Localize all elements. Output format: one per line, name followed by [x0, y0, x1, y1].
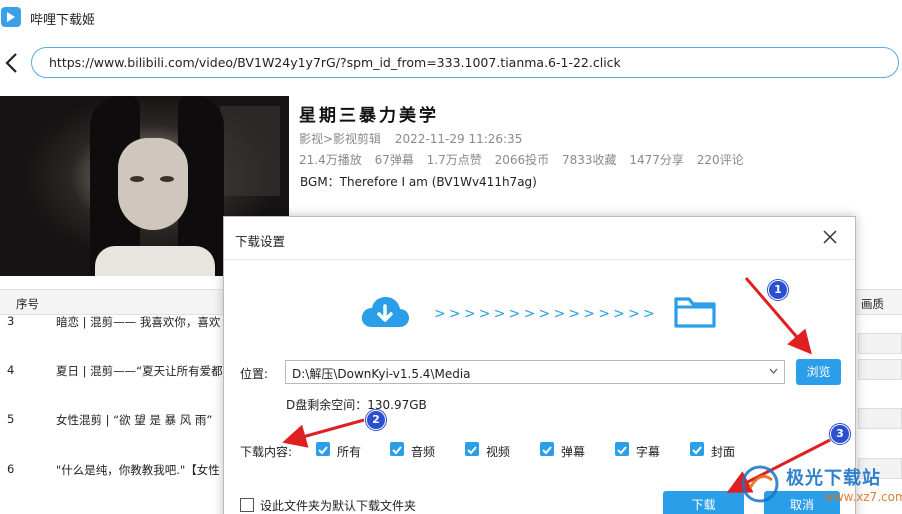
watermark-text: 极光下载站	[786, 468, 881, 489]
row-title: 女性混剪 | “欲 望 是 暴 风 雨”	[56, 413, 213, 427]
watermark-url: www.xz7.com	[824, 490, 902, 504]
default-folder-checkbox[interactable]	[240, 498, 254, 512]
checkbox-label: 字幕	[636, 445, 661, 459]
row-title: 暗恋 | 混剪—— 我喜欢你，喜欢	[56, 315, 221, 329]
quality-select[interactable]	[858, 408, 902, 429]
folder-icon	[674, 297, 716, 328]
checkbox-label: 音频	[411, 445, 436, 459]
close-button[interactable]	[822, 229, 838, 245]
chevron-left-icon	[5, 53, 17, 73]
dialog-divider	[224, 259, 855, 260]
step-badge-2: 2	[366, 410, 386, 430]
video-date: 2022-11-29 11:26:35	[394, 132, 523, 146]
checkbox-checked-icon	[690, 442, 704, 456]
video-title: 星期三暴力美学	[299, 106, 439, 126]
step-badge-3: 3	[830, 424, 850, 444]
app-title: 哔哩下载姬	[30, 13, 96, 28]
dialog-title: 下载设置	[235, 234, 286, 249]
back-button[interactable]	[2, 50, 22, 76]
close-icon	[823, 230, 837, 244]
checkbox-label: 所有	[337, 445, 362, 459]
watermark: 极光下载站 www.xz7.com	[736, 462, 902, 514]
row-index: 4	[7, 363, 15, 377]
row-title: 夏日 | 混剪——“夏天让所有爱都	[56, 364, 223, 378]
title-bar: 哔哩下载姬	[0, 0, 902, 36]
column-quality: 画质	[861, 297, 884, 311]
free-space-text: D盘剩余空间：130.97GB	[286, 398, 427, 412]
watermark-logo-icon	[741, 465, 779, 503]
checkbox-checked-icon	[390, 442, 404, 456]
url-input[interactable]: https://www.bilibili.com/video/BV1W24y1y…	[31, 47, 899, 78]
download-content-label: 下载内容:	[240, 445, 293, 459]
stat-likes: 1.7万点赞	[426, 153, 482, 167]
cloud-download-icon	[361, 297, 409, 327]
checkbox-checked-icon	[615, 442, 629, 456]
column-index: 序号	[16, 297, 39, 311]
download-button[interactable]: 下载	[663, 491, 744, 514]
row-index: 5	[7, 412, 15, 426]
location-label: 位置:	[240, 367, 269, 381]
quality-select[interactable]	[858, 359, 902, 380]
browse-button[interactable]: 浏览	[796, 359, 841, 385]
default-folder-label: 设此文件夹为默认下载文件夹	[260, 499, 417, 513]
url-text[interactable]: https://www.bilibili.com/video/BV1W24y1y…	[49, 55, 621, 70]
stat-comments: 220评论	[696, 153, 744, 167]
progress-arrows: >>>>>>>>>>>>>>>	[434, 306, 658, 322]
checkbox-checked-icon	[540, 442, 554, 456]
video-stats: 21.4万播放 67弹幕 1.7万点赞 2066投币 7833收藏 1477分享…	[299, 151, 753, 168]
video-category: 影视>影视剪辑	[299, 132, 382, 146]
stat-favorites: 7833收藏	[561, 153, 617, 167]
checkbox-checked-icon	[316, 442, 330, 456]
video-category-date: 影视>影视剪辑 2022-11-29 11:26:35	[299, 130, 522, 147]
checkbox-label: 视频	[486, 445, 511, 459]
stat-views: 21.4万播放	[299, 153, 362, 167]
checkbox-label: 封面	[711, 445, 736, 459]
stat-danmaku: 67弹幕	[374, 153, 414, 167]
app-logo-icon	[1, 7, 21, 27]
checkbox-label: 弹幕	[561, 445, 586, 459]
location-select[interactable]: D:\解压\DownKyi-v1.5.4\Media	[285, 360, 785, 384]
app-window: 哔哩下载姬 https://www.bilibili.com/video/BV1…	[0, 0, 902, 514]
location-value: D:\解压\DownKyi-v1.5.4\Media	[292, 367, 471, 381]
step-badge-1: 1	[768, 280, 788, 300]
chevron-down-icon	[769, 368, 778, 374]
checkbox-checked-icon	[465, 442, 479, 456]
video-bgm: BGM：Therefore I am (BV1Wv411h7ag)	[300, 175, 537, 189]
stat-coins: 2066投币	[494, 153, 550, 167]
stat-shares: 1477分享	[629, 153, 684, 167]
quality-select[interactable]	[858, 333, 902, 354]
row-title: "什么是纯，你教教我吧."【女性	[56, 463, 220, 477]
row-index: 6	[7, 462, 15, 476]
row-index: 3	[7, 314, 15, 328]
